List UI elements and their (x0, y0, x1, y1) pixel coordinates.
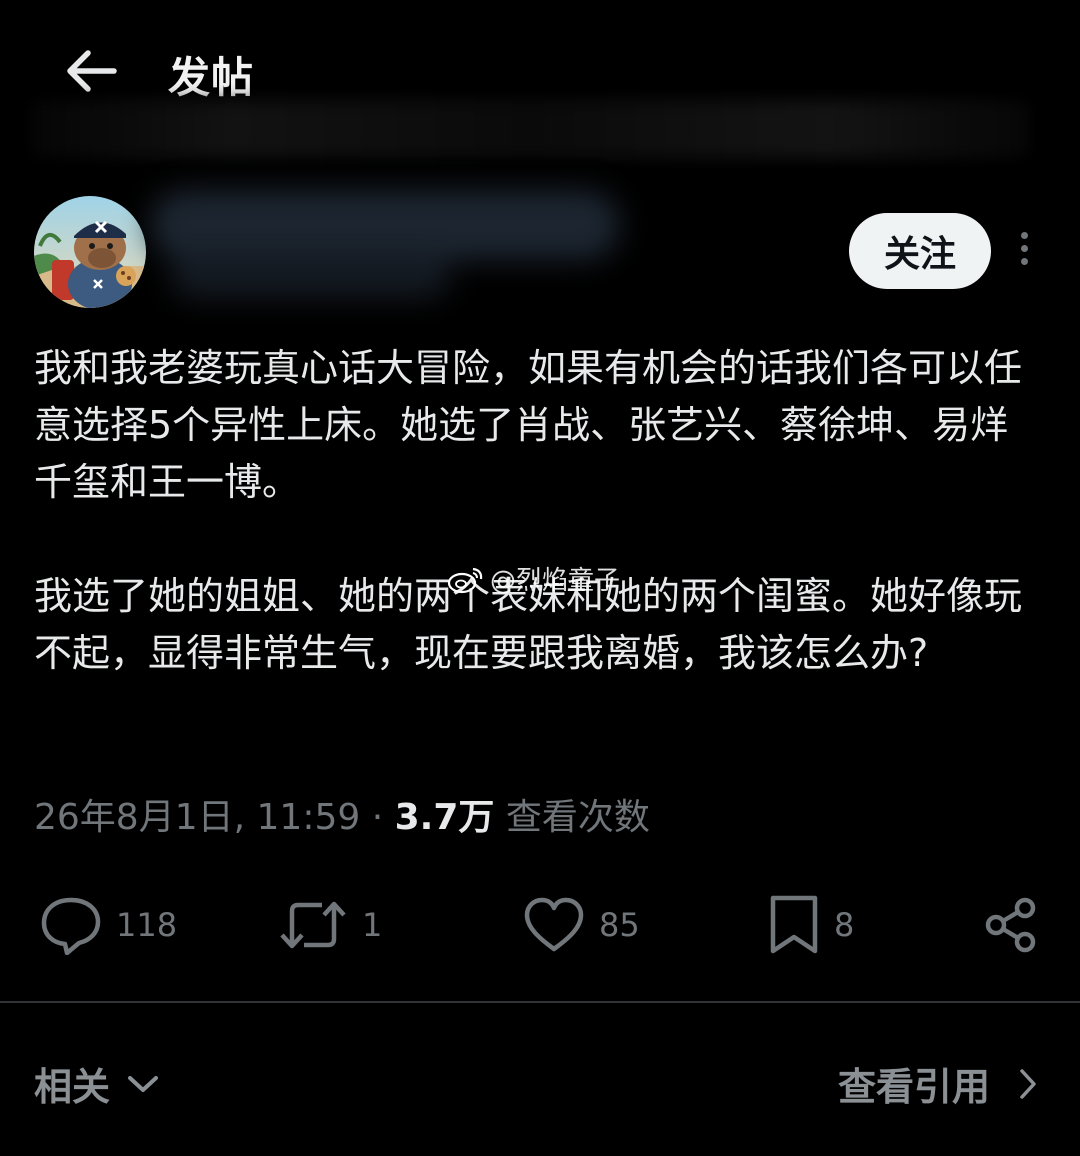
view-quotes-label: 查看引用 (837, 1065, 990, 1109)
reply-icon (41, 897, 101, 955)
timestamp: 26年8月1日, 11:59 (34, 797, 361, 838)
blurred-region (30, 100, 1030, 158)
more-vertical-icon[interactable] (1010, 232, 1038, 272)
related-toggle[interactable]: 相关 (34, 1056, 160, 1111)
arrow-left-icon[interactable] (62, 48, 120, 94)
divider (0, 1001, 1080, 1003)
action-bar: 118 1 85 8 (0, 885, 1080, 965)
views-count: 3.7万 (394, 797, 495, 838)
watermark-text: @烈焰童子 (490, 566, 621, 596)
chevron-right-icon (1020, 1068, 1036, 1099)
view-quotes-link[interactable]: 查看引用 (838, 1056, 1038, 1111)
reply-count: 118 (116, 906, 178, 944)
top-bar: 发帖 (0, 0, 1080, 158)
bookmark-button[interactable]: 8 (768, 885, 854, 965)
avatar[interactable] (34, 196, 146, 308)
post-meta: 26年8月1日, 11:59 · 3.7万 查看次数 (34, 788, 650, 840)
bookmark-count: 8 (834, 906, 855, 944)
repost-count: 1 (362, 906, 383, 944)
repost-button[interactable]: 1 (278, 885, 382, 965)
reply-button[interactable]: 118 (40, 885, 177, 965)
meta-separator: · (371, 797, 384, 838)
like-count: 85 (599, 906, 640, 944)
weibo-logo-icon (447, 567, 483, 593)
related-label: 相关 (34, 1065, 111, 1109)
follow-button[interactable]: 关注 (849, 213, 991, 289)
post-text: 我和我老婆玩真心话大冒险，如果有机会的话我们各可以任意选择5个异性上床。她选了肖… (34, 340, 1044, 682)
bookmark-icon (770, 895, 818, 954)
views-label: 查看次数 (505, 797, 650, 838)
chevron-down-icon (128, 1075, 159, 1092)
post-paragraph: 我和我老婆玩真心话大冒险，如果有机会的话我们各可以任意选择5个异性上床。她选了肖… (34, 346, 1023, 504)
share-icon (985, 897, 1036, 953)
share-button[interactable] (982, 885, 1040, 965)
page-title: 发帖 (168, 53, 255, 102)
watermark: @烈焰童子 (446, 560, 620, 597)
like-button[interactable]: 85 (523, 885, 640, 965)
heart-icon (524, 897, 584, 952)
blurred-username (150, 180, 630, 306)
repost-icon (280, 901, 346, 949)
